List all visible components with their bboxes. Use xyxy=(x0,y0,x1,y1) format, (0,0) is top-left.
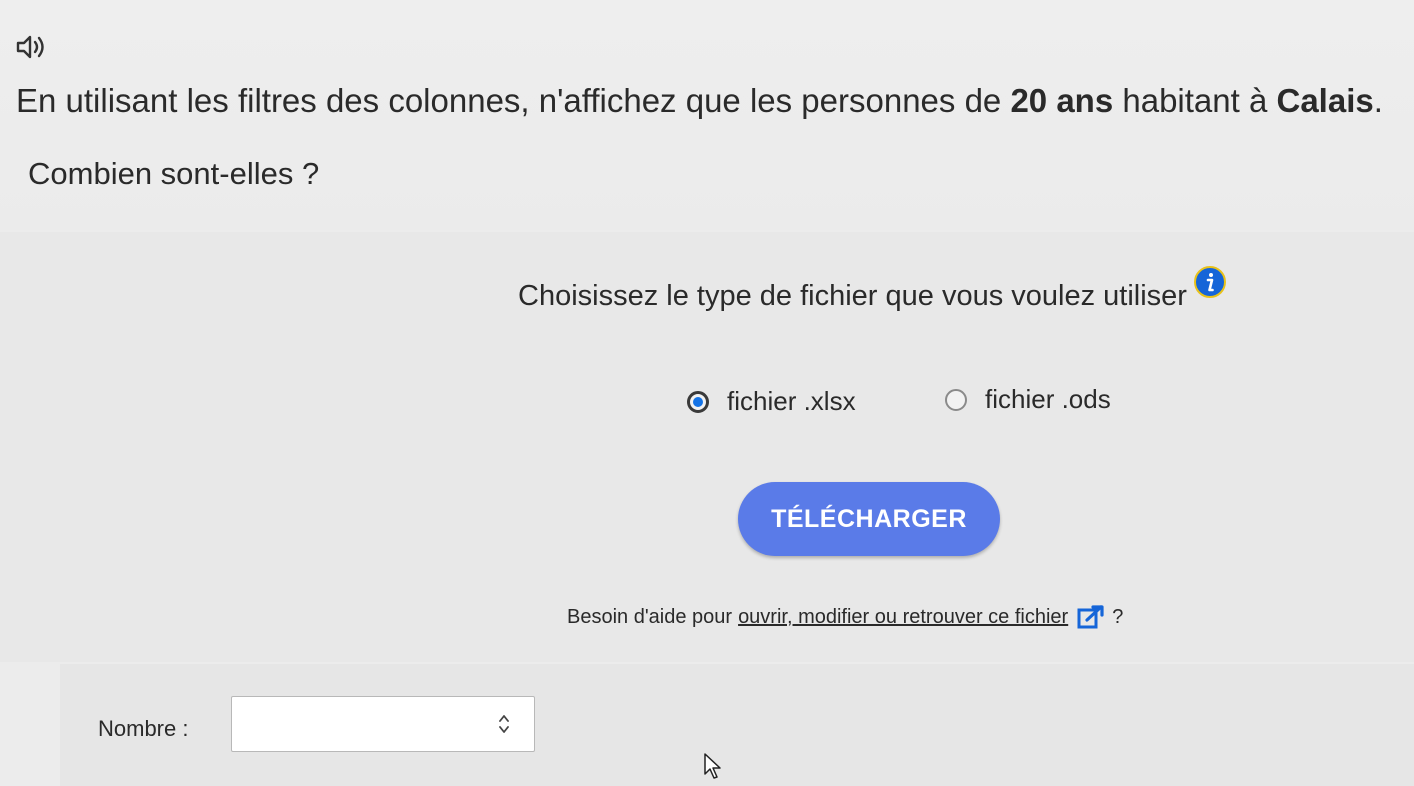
help-suffix: ? xyxy=(1112,605,1124,628)
radio-ods-label: fichier .ods xyxy=(985,384,1111,414)
info-icon[interactable] xyxy=(1193,265,1227,299)
download-button[interactable]: TÉLÉCHARGER xyxy=(738,482,1000,556)
spinner-arrows-icon[interactable] xyxy=(498,713,510,735)
radio-button-unselected[interactable] xyxy=(945,388,967,411)
question-text-part: En utilisant les filtres des colonnes, n… xyxy=(16,82,1011,119)
question-city: Calais xyxy=(1276,82,1374,119)
question-text-part: . xyxy=(1373,82,1383,119)
help-link[interactable]: ouvrir, modifier ou retrouver ce fichier xyxy=(738,606,1068,629)
number-input[interactable] xyxy=(232,697,486,751)
radio-button-selected[interactable] xyxy=(687,390,709,413)
question-text: En utilisant les filtres des colonnes, n… xyxy=(16,82,1383,120)
question-subtext: Combien sont-elles ? xyxy=(28,156,320,191)
external-link-icon[interactable] xyxy=(1076,604,1106,630)
radio-xlsx[interactable]: fichier .xlsx xyxy=(687,386,856,417)
help-line: Besoin d'aide pour ouvrir, modifier ou r… xyxy=(567,604,1123,630)
help-prefix: Besoin d'aide pour xyxy=(567,605,733,628)
speaker-icon[interactable] xyxy=(14,32,48,62)
question-text-part: habitant à xyxy=(1113,82,1277,119)
question-age: 20 ans xyxy=(1010,82,1114,119)
mouse-cursor-icon xyxy=(704,753,721,779)
file-type-prompt: Choisissez le type de fichier que vous v… xyxy=(518,280,1187,312)
number-field[interactable] xyxy=(231,696,535,752)
radio-ods[interactable]: fichier .ods xyxy=(945,384,1111,415)
nombre-label: Nombre : xyxy=(98,716,189,741)
radio-xlsx-label: fichier .xlsx xyxy=(727,386,856,416)
